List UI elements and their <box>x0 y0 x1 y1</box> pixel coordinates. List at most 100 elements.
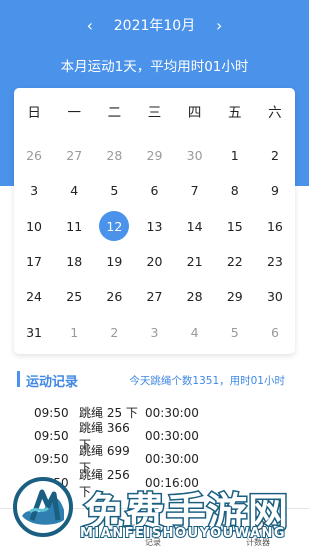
calendar-day[interactable]: 29 <box>215 279 255 314</box>
calendar-day[interactable]: 22 <box>215 244 255 279</box>
records-title: 运动记录 <box>26 375 79 390</box>
weekday-label: 一 <box>67 105 81 121</box>
today-summary: 今天跳绳个数1351，用时01小时 <box>129 375 285 387</box>
calendar-day-number: 15 <box>226 218 243 234</box>
calendar-day[interactable]: 27 <box>54 138 94 173</box>
app-screen: ‹ 2021年10月 › 本月运动1天，平均用时01小时 日 一 二 三 四 五… <box>0 0 309 550</box>
calendar-day-number: 24 <box>26 289 43 305</box>
calendar-day[interactable]: 18 <box>54 244 94 279</box>
calendar-day-number: 31 <box>26 324 43 340</box>
calendar-day-number: 4 <box>70 183 79 199</box>
calendar-day[interactable]: 4 <box>175 314 215 349</box>
calendar-day[interactable]: 30 <box>255 279 295 314</box>
calendar-day-number: 7 <box>190 183 199 199</box>
calendar-day[interactable]: 1 <box>54 314 94 349</box>
calendar-day[interactable]: 6 <box>255 314 295 349</box>
calendar-day[interactable]: 28 <box>175 279 215 314</box>
calendar-day-number: 10 <box>26 218 43 234</box>
record-time: 09:50 <box>34 452 69 467</box>
calendar-day-number: 28 <box>186 289 203 305</box>
calendar-day-number: 17 <box>26 254 43 270</box>
section-accent-bar <box>17 371 20 387</box>
calendar-day-number: 30 <box>186 148 203 164</box>
weekday-label: 五 <box>228 105 242 121</box>
calendar-day-number: 26 <box>106 289 123 305</box>
calendar-day[interactable]: 7 <box>175 173 215 208</box>
calendar-day-number: 4 <box>190 324 199 340</box>
prev-month-icon[interactable]: ‹ <box>80 16 100 35</box>
calendar-day-number: 30 <box>266 289 283 305</box>
calendar-day[interactable]: 14 <box>175 209 215 244</box>
calendar-day-number: 5 <box>230 324 239 340</box>
calendar-day[interactable]: 24 <box>14 279 54 314</box>
calendar-day[interactable]: 5 <box>94 173 134 208</box>
calendar-day-number: 3 <box>150 324 159 340</box>
watermark-subtitle: MIANFEISHOUYOUWANG <box>79 525 287 542</box>
calendar-day-number: 21 <box>186 254 203 270</box>
record-row: 09:50 跳绳 366 下 00:30:00 <box>34 421 304 452</box>
calendar-day-number: 18 <box>66 254 83 270</box>
current-month: 2021年10月 <box>113 18 196 34</box>
calendar-day[interactable]: 3 <box>134 314 174 349</box>
calendar-day[interactable]: 26 <box>94 279 134 314</box>
calendar-day[interactable]: 17 <box>14 244 54 279</box>
calendar-day-number: 9 <box>270 183 279 199</box>
calendar-day-number: 6 <box>150 183 159 199</box>
records-header: 运动记录 今天跳绳个数1351，用时01小时 <box>17 370 297 390</box>
calendar-day-number: 14 <box>186 218 203 234</box>
calendar-day-number: 22 <box>226 254 243 270</box>
month-navigator: ‹ 2021年10月 › <box>0 14 309 36</box>
calendar-day-number: 5 <box>110 183 119 199</box>
calendar-day[interactable]: 16 <box>255 209 295 244</box>
calendar-day[interactable]: 8 <box>215 173 255 208</box>
calendar-day[interactable]: 4 <box>54 173 94 208</box>
calendar-day[interactable]: 27 <box>134 279 174 314</box>
calendar-card: 日 一 二 三 四 五 六 26 27 28 29 30 1 2 3 4 5 6 7 8 9 10 11 12 1… <box>14 88 295 354</box>
record-row: 09:50 跳绳 25 下 00:30:00 <box>34 401 304 424</box>
calendar-day-selected[interactable]: 12 <box>94 209 134 244</box>
record-time: 09:50 <box>34 405 69 420</box>
weekday-label: 三 <box>147 105 162 121</box>
calendar-day[interactable]: 6 <box>134 173 174 208</box>
calendar-day[interactable]: 30 <box>175 138 215 173</box>
calendar-day[interactable]: 31 <box>14 314 54 349</box>
calendar-day-number: 1 <box>230 148 239 164</box>
calendar-day[interactable]: 11 <box>54 209 94 244</box>
calendar-day-number: 12 <box>99 211 130 242</box>
calendar-day-number: 27 <box>146 289 163 305</box>
calendar-day[interactable]: 9 <box>255 173 295 208</box>
record-duration: 00:30:00 <box>145 405 199 420</box>
calendar-day-number: 29 <box>226 289 243 305</box>
calendar-days-grid: 26 27 28 29 30 1 2 3 4 5 6 7 8 9 10 11 12 13 14 15 16 17 18 19 2… <box>14 138 295 350</box>
calendar-day[interactable]: 29 <box>134 138 174 173</box>
calendar-day[interactable]: 5 <box>215 314 255 349</box>
record-time: 09:50 <box>34 428 69 443</box>
calendar-day[interactable]: 2 <box>94 314 134 349</box>
calendar-day[interactable]: 13 <box>134 209 174 244</box>
calendar-day-number: 1 <box>70 324 79 340</box>
calendar-day[interactable]: 21 <box>175 244 215 279</box>
next-month-icon[interactable]: › <box>209 16 229 35</box>
calendar-day[interactable]: 10 <box>14 209 54 244</box>
calendar-day-number: 25 <box>66 289 83 305</box>
calendar-day-number: 28 <box>106 148 123 164</box>
calendar-day[interactable]: 20 <box>134 244 174 279</box>
weekday-label: 二 <box>107 105 122 121</box>
calendar-day[interactable]: 3 <box>14 173 54 208</box>
calendar-day-number: 20 <box>146 254 163 270</box>
calendar-day[interactable]: 23 <box>255 244 295 279</box>
calendar-day-number: 23 <box>266 254 283 270</box>
calendar-day[interactable]: 1 <box>215 138 255 173</box>
calendar-day[interactable]: 15 <box>215 209 255 244</box>
calendar-day[interactable]: 25 <box>54 279 94 314</box>
calendar-day-number: 3 <box>30 183 39 199</box>
calendar-day[interactable]: 2 <box>255 138 295 173</box>
calendar-day-number: 11 <box>66 218 83 234</box>
calendar-day-number: 27 <box>66 148 83 164</box>
record-row: 09:50 跳绳 699 下 00:30:00 <box>34 444 304 475</box>
calendar-day-number: 29 <box>146 148 163 164</box>
calendar-day-number: 8 <box>230 183 239 199</box>
calendar-day[interactable]: 28 <box>94 138 134 173</box>
calendar-day[interactable]: 26 <box>14 138 54 173</box>
calendar-day[interactable]: 19 <box>94 244 134 279</box>
